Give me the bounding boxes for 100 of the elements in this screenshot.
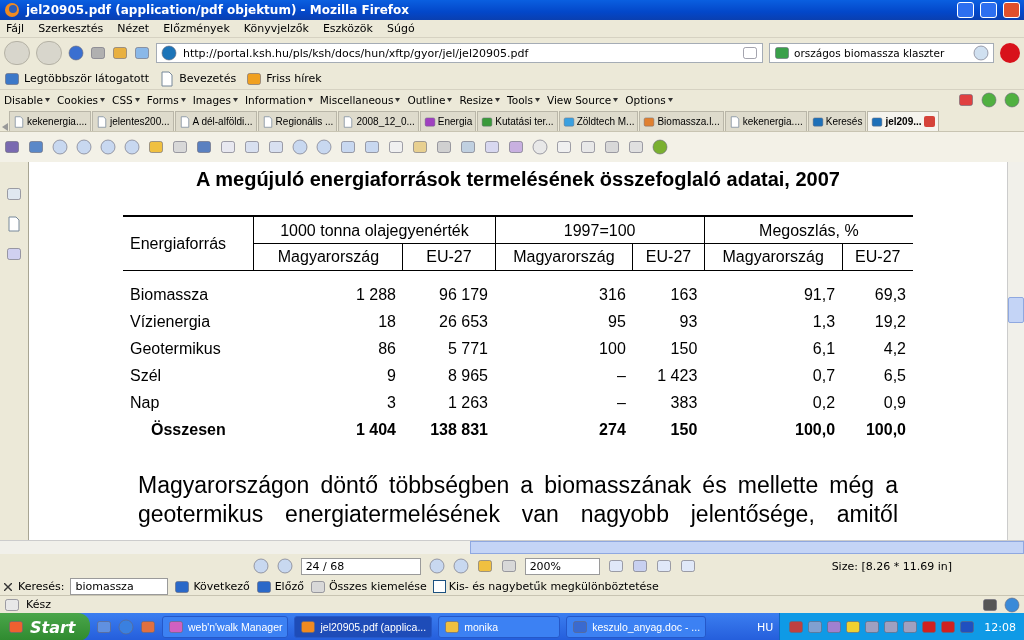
table-cell-text: Nap [129, 392, 161, 413]
column-header: 1997=100 [495, 216, 705, 244]
language-indicator[interactable]: HU [756, 620, 774, 634]
page-number-field[interactable]: 24 / 68 [300, 557, 421, 575]
column-header: Energiaforrás [123, 216, 254, 271]
table-cell-text: 100,0 [794, 419, 837, 440]
table-cell-text: Geotermikus [129, 338, 222, 359]
toolbar-menu[interactable]: View Source [546, 93, 619, 106]
table-cell-text: 4,2 [882, 338, 907, 359]
browser-tab[interactable]: kekenergia.... [724, 111, 807, 131]
table-cell-text: 0,2 [811, 392, 837, 413]
table-cell-text: 1 404 [354, 419, 397, 440]
find-label: Keresés: [18, 580, 65, 593]
browser-tab[interactable]: Biomassza.l... [639, 111, 724, 131]
column-header: Megoszlás, % [704, 216, 913, 244]
table-cell-text: 100,0 [864, 419, 907, 440]
table-cell: Biomassza [123, 270, 254, 308]
taskbar-button[interactable]: monika [438, 616, 561, 638]
browser-tab[interactable]: A dél-alföldi... [174, 111, 257, 131]
bookmark-item[interactable]: Bevezetés [159, 70, 237, 87]
toolbar-menu[interactable]: Forms [146, 93, 186, 106]
column-header: Magyarország [495, 243, 633, 271]
table-cell-text: 19,2 [873, 311, 907, 332]
next-button[interactable]: Következő [174, 578, 250, 595]
table-cell-text: 0,9 [882, 392, 907, 413]
table-cell: 69,3 [842, 270, 913, 308]
toolbar-menu[interactable]: CSS [112, 93, 140, 106]
clock: 12:08 [984, 620, 1016, 634]
browser-tab[interactable]: kekenergia.... [9, 111, 92, 131]
column-header: EU-27 [632, 243, 705, 271]
toolbar-menu[interactable]: Outline [407, 93, 453, 106]
browser-tab[interactable]: Zöldtech M... [558, 111, 639, 131]
table-cell: 163 [632, 270, 705, 308]
browser-tab[interactable]: jel209... [867, 111, 939, 131]
toolbar-menu[interactable]: Tools [507, 93, 540, 106]
menu-item[interactable]: Fájl [6, 22, 25, 35]
page-size-text: Size: [8.26 * 11.69 in] [831, 559, 952, 573]
table-cell: 1 288 [253, 270, 403, 308]
highlight-all-button[interactable]: Összes kiemelése [309, 578, 427, 595]
match-case-checkbox[interactable]: Kis- és nagybetűk megkülönböztetése [432, 580, 659, 593]
menu-item[interactable]: Szerkesztés [38, 22, 104, 35]
table-cell-text: 1 423 [656, 365, 699, 386]
table-cell-text: 100 [598, 338, 627, 359]
menu-item[interactable]: Súgó [386, 22, 415, 35]
taskbar-button[interactable]: jel20905.pdf (applica... [294, 616, 433, 638]
table-cell-text: – [615, 365, 627, 386]
body-paragraph: Magyarországon döntő többségben a biomasszának és mellette még a geotermikus energiatermelésének van nagyobb jelentősége, amitől [138, 471, 898, 529]
table-cell-text: 150 [669, 338, 699, 359]
table-cell-text: 93 [678, 311, 699, 332]
window-title: jel20905.pdf (application/pdf objektum) - Mozilla Firefox [26, 3, 411, 17]
taskbar-button[interactable]: web'n'walk Manager [162, 616, 289, 638]
taskbar-button[interactable]: keszulo_anyag.doc - ... [566, 616, 707, 638]
table-cell-text: 6,1 [811, 338, 837, 359]
table-cell-text: Szél [129, 365, 163, 386]
table-cell: 91,7 [704, 270, 843, 308]
menu-item[interactable]: Előzmények [163, 22, 230, 35]
column-header: Magyarország [704, 243, 843, 271]
toolbar-menu[interactable]: Images [192, 93, 238, 106]
table-cell-text: 86 [377, 338, 397, 359]
table-cell: 316 [495, 270, 633, 308]
browser-tab[interactable]: Keresés [807, 111, 867, 131]
table-cell-text: 3 [386, 392, 397, 413]
table-cell-text: 95 [607, 311, 627, 332]
bookmark-item[interactable]: Friss hírek [246, 70, 322, 87]
table-cell-text: 9 [386, 365, 397, 386]
address-field[interactable]: http://portal.ksh.hu/pls/ksh/docs/hun/xftp/gyor/jel/jel20905.pdf [156, 43, 763, 63]
table-cell-text: – [615, 392, 627, 413]
table-cell-text: 138 831 [429, 419, 489, 440]
zoom-field[interactable]: 200% [524, 557, 600, 575]
table-cell-text: 1,3 [811, 311, 837, 332]
table-cell-text: 5 771 [446, 338, 489, 359]
menu-item[interactable]: Eszközök [322, 22, 373, 35]
browser-tab[interactable]: jelentes200... [92, 111, 174, 131]
start-button[interactable]: Start [0, 613, 90, 640]
toolbar-menu[interactable]: Information [245, 93, 313, 106]
toolbar-menu[interactable]: Miscellaneous [319, 93, 401, 106]
status-text: Kész [26, 598, 51, 611]
toolbar-menu[interactable]: Resize [459, 93, 501, 106]
bookmark-item[interactable]: Legtöbbször látogatott [4, 70, 150, 87]
table-cell-text: 18 [377, 311, 397, 332]
browser-tab[interactable]: Kutatási ter... [477, 111, 558, 131]
find-field[interactable]: biomassza [70, 578, 169, 595]
table-cell-text: 150 [669, 419, 699, 440]
table-cell-text: Vízienergia [129, 311, 212, 332]
menu-item[interactable]: Könyvjelzők [243, 22, 309, 35]
table-cell-text: 0,7 [811, 365, 837, 386]
table-cell: 96 179 [402, 270, 495, 308]
toolbar-menu[interactable]: Disable [4, 93, 50, 106]
column-header: EU-27 [402, 243, 495, 271]
table-cell-text: 274 [598, 419, 627, 440]
search-field[interactable]: országos biomassza klaszter [769, 43, 994, 63]
browser-tab[interactable]: 2008_12_0... [338, 111, 419, 131]
table-cell-text: 26 653 [438, 311, 489, 332]
table-cell-text: 8 965 [446, 365, 489, 386]
toolbar-menu[interactable]: Cookies [56, 93, 106, 106]
previous-button[interactable]: Előző [255, 578, 304, 595]
menu-item[interactable]: Nézet [117, 22, 150, 35]
browser-tab[interactable]: Energia [419, 111, 477, 131]
browser-tab[interactable]: Regionális ... [257, 111, 338, 131]
toolbar-menu[interactable]: Options [625, 93, 673, 106]
